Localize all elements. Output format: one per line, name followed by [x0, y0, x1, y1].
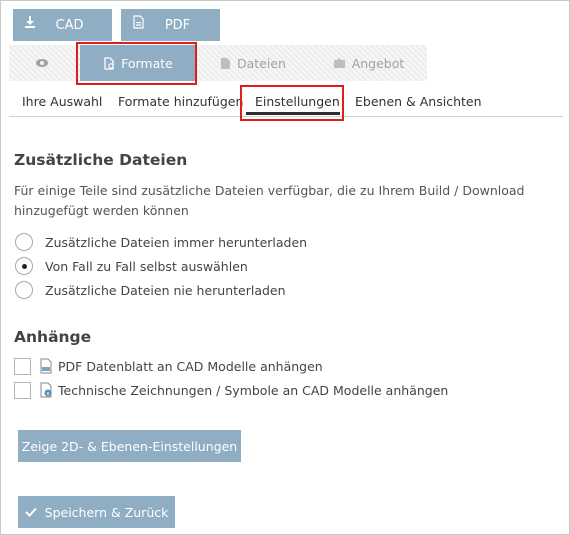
- additional-files-description: Für einige Teile sind zusätzliche Dateie…: [14, 183, 525, 218]
- radio-label: Von Fall zu Fall selbst auswählen: [45, 258, 248, 274]
- tab-angebot-label: Angebot: [351, 55, 405, 71]
- pdf-file-icon: [40, 358, 52, 374]
- radio-option-never[interactable]: Zusätzliche Dateien nie herunterladen: [15, 279, 286, 301]
- subtab-ihre-auswahl[interactable]: Ihre Auswahl: [22, 85, 102, 117]
- cad-button-label: CAD: [55, 17, 84, 33]
- attach-technical-drawings[interactable]: Technische Zeichnungen / Symbole an CAD …: [14, 379, 448, 401]
- checkbox[interactable]: [14, 381, 31, 399]
- file-format-icon: [104, 56, 114, 70]
- active-tab-indicator: [246, 112, 340, 115]
- tab-angebot[interactable]: Angebot: [310, 45, 427, 81]
- additional-files-heading: Zusätzliche Dateien: [14, 151, 188, 169]
- sub-navigation: Ihre Auswahl Formate hinzufügen Einstell…: [9, 85, 563, 117]
- radio-option-always[interactable]: Zusätzliche Dateien immer herunterladen: [15, 231, 307, 253]
- pdf-button-label: PDF: [164, 17, 191, 33]
- cad-download-button[interactable]: CAD: [13, 9, 112, 41]
- checkmark-icon: [24, 507, 37, 517]
- radio-button[interactable]: [15, 281, 33, 299]
- main-tab-bar: Formate Dateien Angebot: [9, 45, 427, 81]
- file-icon: [221, 57, 231, 69]
- attach-pdf-datasheet[interactable]: PDF Datenblatt an CAD Modelle anhängen: [14, 355, 323, 377]
- attachments-heading: Anhänge: [14, 328, 92, 346]
- save-and-back-button[interactable]: Speichern & Zurück: [18, 496, 175, 528]
- subtab-ebenen-ansichten[interactable]: Ebenen & Ansichten: [355, 85, 482, 117]
- subtab-formate-hinzufuegen[interactable]: Formate hinzufügen: [118, 85, 243, 117]
- radio-button[interactable]: [15, 233, 33, 251]
- settings-panel: CAD PDF Formate Dateien Angebot Ihre Aus…: [0, 0, 570, 535]
- attach-pdf-label: PDF Datenblatt an CAD Modelle anhängen: [58, 358, 323, 374]
- pdf-icon: [133, 15, 144, 29]
- pdf-download-button[interactable]: PDF: [121, 9, 220, 41]
- tab-dateien-label: Dateien: [237, 55, 286, 71]
- save-and-back-label: Speichern & Zurück: [44, 504, 169, 520]
- tab-dateien[interactable]: Dateien: [196, 45, 310, 81]
- eye-icon: [35, 59, 48, 67]
- checkbox[interactable]: [14, 357, 31, 375]
- show-2d-layer-settings-button[interactable]: Zeige 2D- & Ebenen-Einstellungen: [18, 430, 241, 462]
- radio-option-case-by-case[interactable]: Von Fall zu Fall selbst auswählen: [15, 255, 248, 277]
- tab-formate[interactable]: Formate: [80, 45, 196, 81]
- tab-preview[interactable]: [9, 45, 80, 81]
- download-icon: [25, 16, 35, 28]
- radio-label: Zusätzliche Dateien nie herunterladen: [45, 282, 286, 298]
- info-file-icon: [40, 382, 52, 398]
- quote-icon: [333, 58, 345, 68]
- radio-button-selected[interactable]: [15, 257, 33, 275]
- tab-formate-label: Formate: [121, 55, 173, 71]
- radio-label: Zusätzliche Dateien immer herunterladen: [45, 234, 308, 250]
- attach-drawings-label: Technische Zeichnungen / Symbole an CAD …: [58, 382, 449, 398]
